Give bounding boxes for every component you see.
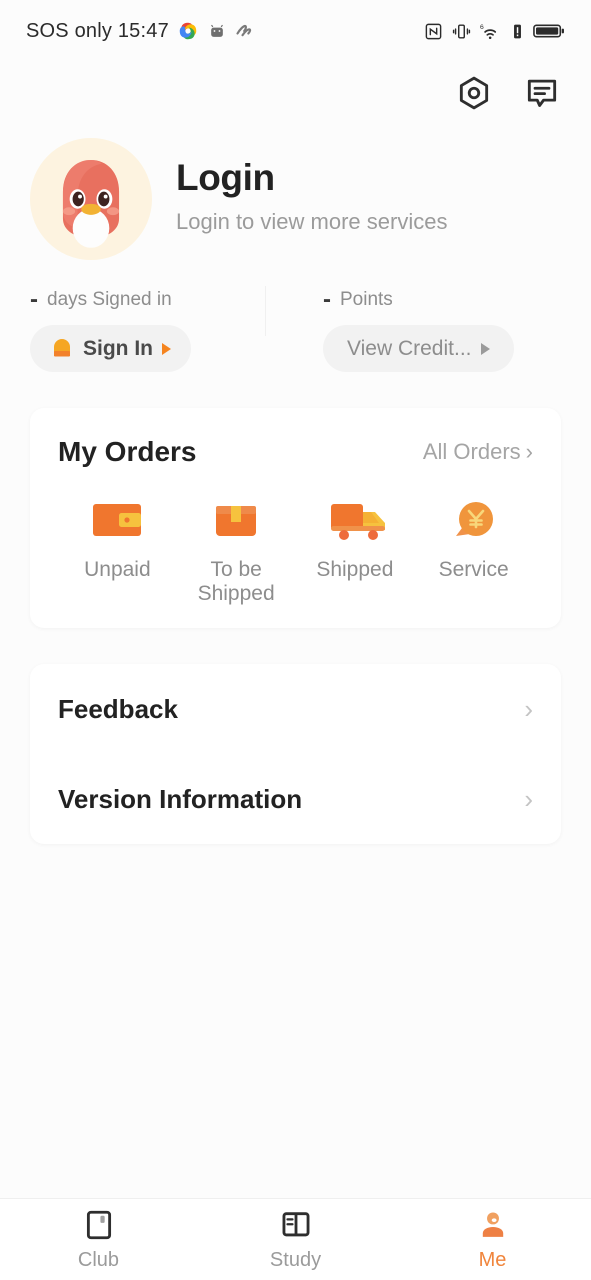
gesture-icon — [236, 24, 252, 37]
app-screen: SOS only 15:47 6 Login Login to view mor… — [0, 0, 591, 1280]
profile-section[interactable]: Login Login to view more services — [0, 124, 591, 260]
bird-mascot-icon — [30, 138, 152, 260]
points-line: - Points — [323, 288, 561, 312]
wallet-icon — [89, 496, 145, 544]
order-item-shipped[interactable]: Shipped — [296, 496, 415, 606]
signed-in-line: - days Signed in — [30, 288, 268, 312]
tab-study[interactable]: Study — [197, 1208, 394, 1272]
tab-label: Study — [269, 1248, 322, 1271]
signed-in-label: days Signed in — [47, 289, 172, 310]
photos-icon — [179, 22, 197, 40]
order-label: Service — [438, 558, 509, 581]
wifi6-icon: 6 — [480, 23, 497, 39]
nfc-icon — [425, 23, 442, 39]
battery-icon — [533, 24, 564, 38]
order-item-unpaid[interactable]: Unpaid — [58, 496, 177, 606]
menu-label: Version Information — [58, 783, 303, 814]
settings-menu-card: Feedback › Version Information › — [30, 664, 561, 845]
tab-me[interactable]: Me — [394, 1208, 591, 1272]
tab-label: Me — [478, 1248, 507, 1271]
chat-bubble-icon[interactable] — [523, 74, 561, 112]
bottom-tab-bar: Club Study Me — [0, 1198, 591, 1280]
points-label: Points — [340, 289, 393, 310]
status-bar-left: SOS only 15:47 — [26, 20, 255, 43]
sign-in-label: Sign In — [83, 336, 153, 360]
chevron-right-icon: › — [524, 784, 533, 815]
svg-text:6: 6 — [480, 23, 484, 30]
chevron-right-icon: › — [525, 439, 533, 464]
status-bar: SOS only 15:47 6 — [0, 0, 591, 62]
page-title: Login — [176, 157, 275, 199]
menu-row-feedback[interactable]: Feedback › — [30, 664, 561, 754]
order-label: To be Shipped — [197, 558, 275, 606]
all-orders-link[interactable]: All Orders › — [423, 439, 533, 465]
arrow-right-icon — [162, 342, 171, 355]
stats-divider — [265, 286, 266, 336]
my-orders-card: My Orders All Orders › Unpaid To be Ship… — [30, 408, 561, 629]
all-orders-label: All Orders — [422, 439, 521, 464]
stats-section: - days Signed in Sign In - Points View C… — [0, 260, 591, 372]
points-value: - — [323, 286, 331, 313]
menu-label: Feedback — [58, 693, 178, 724]
panels-icon — [282, 1211, 309, 1236]
profile-texts: Login Login to view more services — [176, 157, 447, 241]
order-item-to-be-shipped[interactable]: To be Shipped — [177, 496, 296, 606]
view-credit-label: View Credit... — [347, 336, 472, 360]
profile-subtitle: Login to view more services — [176, 208, 448, 234]
vibrate-icon — [452, 23, 471, 39]
order-item-service[interactable]: Service — [414, 496, 533, 606]
tab-club[interactable]: Club — [0, 1208, 197, 1272]
android-icon — [210, 24, 223, 37]
alert-icon — [514, 24, 521, 38]
yen-chat-icon — [446, 496, 502, 544]
stat-signed-in: - days Signed in Sign In — [30, 288, 268, 372]
arrow-right-icon — [480, 342, 490, 355]
book-icon — [86, 1210, 111, 1239]
status-bar-right: 6 — [424, 22, 565, 41]
truck-icon — [327, 496, 385, 544]
box-icon — [208, 496, 264, 544]
gift-icon — [54, 338, 70, 356]
chevron-right-icon: › — [524, 694, 533, 725]
signed-in-value: - — [30, 286, 38, 313]
gear-icon[interactable] — [455, 74, 493, 112]
order-label: Shipped — [316, 558, 394, 581]
view-credit-button[interactable]: View Credit... — [323, 325, 514, 372]
orders-title: My Orders — [58, 436, 197, 467]
stat-points: - Points View Credit... — [268, 288, 561, 372]
carrier-and-time: SOS only 15:47 — [26, 19, 169, 42]
avatar[interactable] — [30, 138, 152, 260]
order-label: Unpaid — [84, 558, 151, 581]
order-status-grid: Unpaid To be Shipped Shipped Service — [58, 496, 533, 606]
person-icon — [482, 1212, 503, 1237]
sign-in-button[interactable]: Sign In — [30, 325, 191, 372]
orders-header: My Orders All Orders › — [58, 436, 533, 468]
menu-row-version-information[interactable]: Version Information › — [30, 754, 561, 844]
tab-label: Club — [77, 1248, 120, 1271]
header-actions — [0, 62, 591, 124]
